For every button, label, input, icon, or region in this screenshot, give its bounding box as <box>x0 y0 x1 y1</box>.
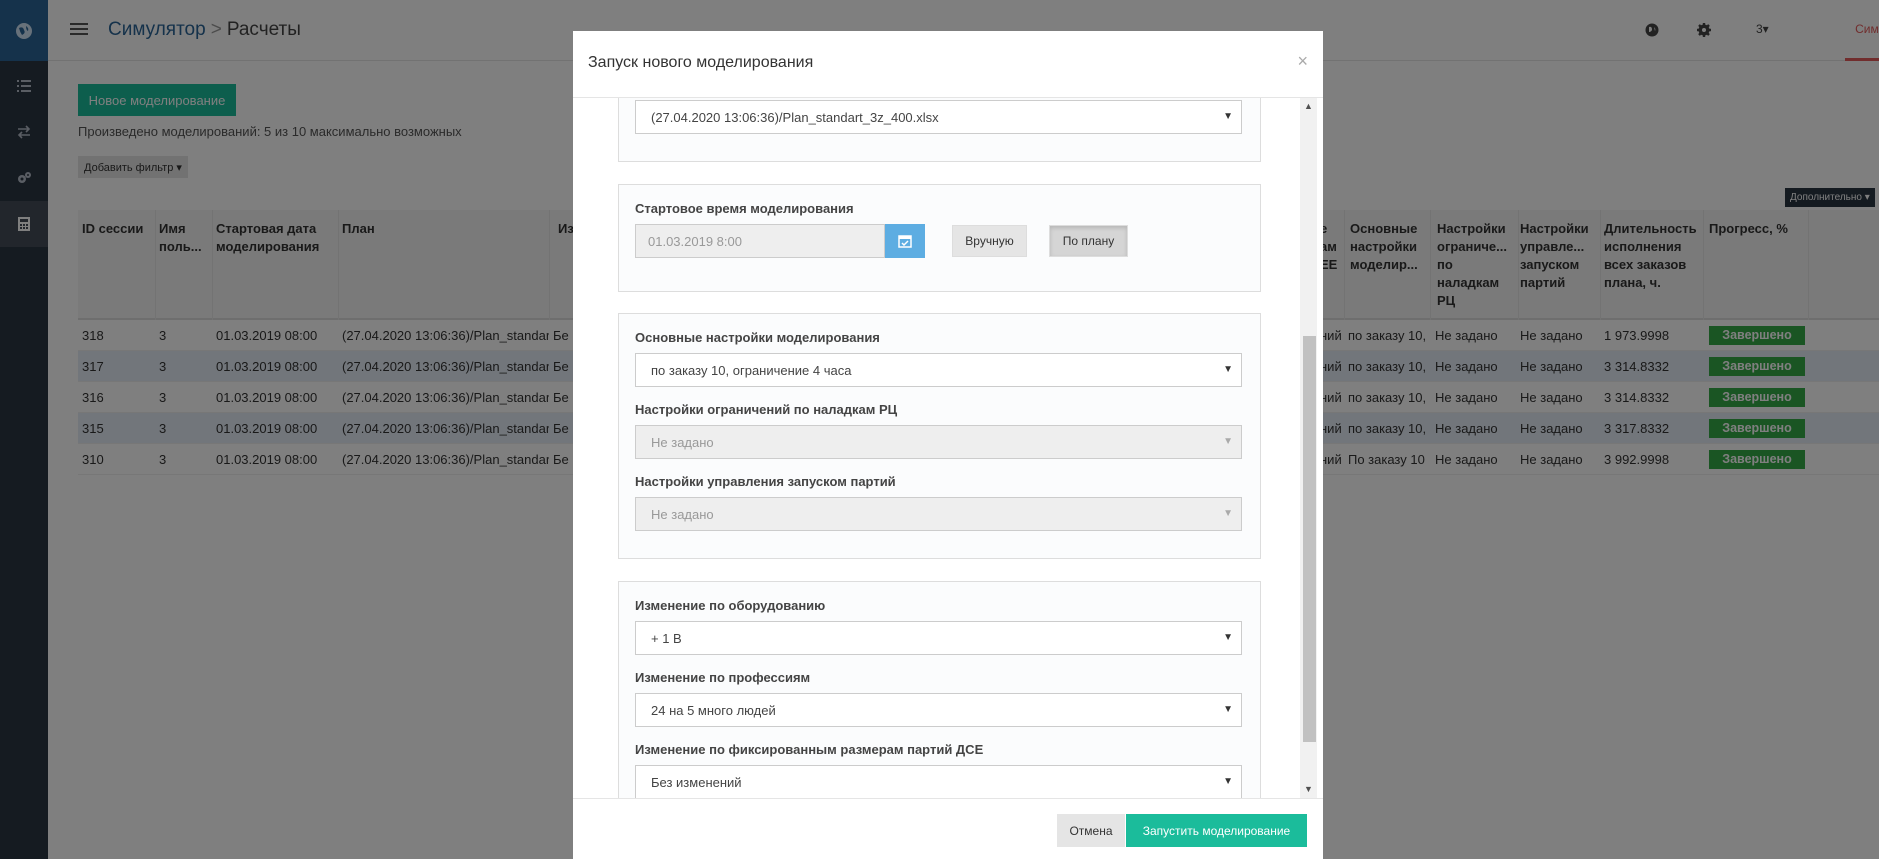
start-time-label: Стартовое время моделирования <box>635 201 854 216</box>
chevron-down-icon: ▼ <box>1223 436 1233 447</box>
start-time-panel: Стартовое время моделирования 01.03.2019… <box>618 184 1261 292</box>
batches-change-value: Без изменений <box>651 775 742 790</box>
calendar-button[interactable] <box>885 224 925 258</box>
changes-panel: Изменение по оборудованию + 1 В ▼ Изменен… <box>618 581 1261 798</box>
plan-panel: (27.04.2020 13:06:36)/Plan_standart_3z_4… <box>618 98 1261 162</box>
calendar-icon <box>898 235 912 248</box>
main-settings-value: по заказу 10, ограничение 4 часа <box>651 363 852 378</box>
professions-change-value: 24 на 5 много людей <box>651 703 776 718</box>
equipment-change-select[interactable]: + 1 В ▼ <box>635 621 1242 655</box>
batches-change-select[interactable]: Без изменений ▼ <box>635 765 1242 798</box>
chevron-down-icon: ▼ <box>1223 364 1233 375</box>
settings-panel: Основные настройки моделирования по зака… <box>618 313 1261 559</box>
main-settings-select[interactable]: по заказу 10, ограничение 4 часа ▼ <box>635 353 1242 387</box>
cancel-button[interactable]: Отмена <box>1057 814 1125 847</box>
start-time-input[interactable]: 01.03.2019 8:00 <box>635 224 885 258</box>
manual-button[interactable]: Вручную <box>952 225 1027 257</box>
rc-limits-value: Не задано <box>651 435 714 450</box>
equipment-change-value: + 1 В <box>651 631 682 646</box>
rc-limits-select: Не задано ▼ <box>635 425 1242 459</box>
rc-limits-label: Настройки ограничений по наладкам РЦ <box>635 402 898 417</box>
chevron-down-icon: ▼ <box>1223 632 1233 643</box>
new-simulation-modal: Запуск нового моделирования × (27.04.202… <box>573 31 1323 859</box>
by-plan-button[interactable]: По плану <box>1049 225 1128 257</box>
plan-select[interactable]: (27.04.2020 13:06:36)/Plan_standart_3z_4… <box>635 100 1242 134</box>
professions-change-select[interactable]: 24 на 5 много людей ▼ <box>635 693 1242 727</box>
chevron-down-icon: ▼ <box>1223 508 1233 519</box>
chevron-down-icon: ▼ <box>1223 111 1233 122</box>
equipment-change-label: Изменение по оборудованию <box>635 598 826 613</box>
run-simulation-button[interactable]: Запустить моделирование <box>1126 814 1307 847</box>
professions-change-label: Изменение по профессиям <box>635 670 811 685</box>
modal-scrollbar-thumb[interactable] <box>1303 336 1316 742</box>
close-icon[interactable]: × <box>1297 51 1308 72</box>
scroll-down-icon[interactable]: ▼ <box>1304 784 1313 794</box>
plan-select-value: (27.04.2020 13:06:36)/Plan_standart_3z_4… <box>651 110 939 125</box>
batch-control-value: Не задано <box>651 507 714 522</box>
modal-footer: Отмена Запустить моделирование <box>573 798 1323 859</box>
modal-body[interactable]: (27.04.2020 13:06:36)/Plan_standart_3z_4… <box>573 98 1323 798</box>
scroll-up-icon[interactable]: ▲ <box>1304 101 1313 111</box>
modal-header: Запуск нового моделирования × <box>573 31 1323 98</box>
batch-control-label: Настройки управления запуском партий <box>635 474 896 489</box>
batches-change-label: Изменение по фиксированным размерам парт… <box>635 742 984 757</box>
chevron-down-icon: ▼ <box>1223 776 1233 787</box>
modal-title: Запуск нового моделирования <box>588 54 814 71</box>
main-settings-label: Основные настройки моделирования <box>635 330 880 345</box>
batch-control-select: Не задано ▼ <box>635 497 1242 531</box>
chevron-down-icon: ▼ <box>1223 704 1233 715</box>
